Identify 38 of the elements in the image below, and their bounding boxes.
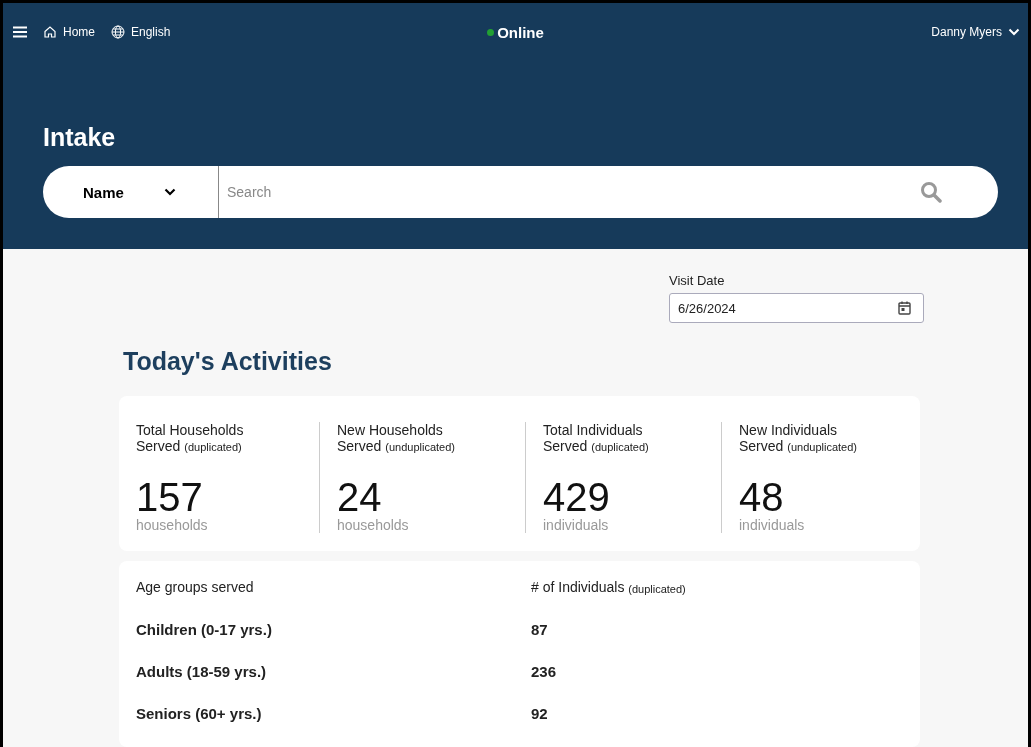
stat-value: 429 [543, 477, 610, 517]
connection-status: Online [497, 23, 544, 41]
chevron-down-icon [163, 188, 176, 196]
stat-label: Total Individuals Served (duplicated) [543, 422, 650, 455]
stat-unit: individuals [543, 517, 609, 533]
age-group-cell-text: Seniors (60+ yrs.) [136, 705, 263, 724]
stat-value: 157 [136, 477, 203, 517]
user-name[interactable]: Danny Myers [931, 25, 1002, 39]
column-header: # of Individuals (duplicated) [531, 579, 687, 597]
count-cell-text: 87 [531, 621, 549, 640]
home-link[interactable]: Home [63, 25, 95, 39]
search-icon[interactable] [920, 181, 942, 203]
column-header: Age groups served [136, 579, 255, 597]
stat-label: New Individuals Served (unduplicated) [739, 422, 858, 455]
stat-label: Total Households Served (duplicated) [136, 422, 245, 455]
age-group-cell-text: Children (0-17 yrs.) [136, 621, 273, 640]
language-link[interactable]: English [131, 25, 171, 39]
section-title: Today's Activities [123, 347, 332, 376]
age-group-cell-text: Adults (18-59 yrs.) [136, 663, 268, 682]
search-filter-dropdown[interactable]: Name [43, 166, 219, 218]
stat-label: New Households Served (unduplicated) [337, 422, 456, 455]
count-cell-text: 236 [531, 663, 558, 682]
stat-unit: households [337, 517, 409, 533]
stat-value: 24 [337, 477, 382, 517]
home-icon [43, 25, 57, 39]
count-cell-text: 92 [531, 705, 549, 724]
visit-date-label: Visit Date [669, 273, 726, 288]
visit-date-field[interactable]: 6/26/2024 [669, 293, 924, 323]
chevron-down-icon[interactable] [1008, 28, 1020, 36]
globe-icon [111, 25, 125, 39]
menu-icon[interactable] [13, 26, 27, 38]
stat-unit: households [136, 517, 208, 533]
page-title: Intake [42, 122, 117, 152]
calendar-icon[interactable] [898, 301, 911, 315]
search-field[interactable]: Search [219, 166, 920, 218]
search-bar[interactable]: Name Search [43, 166, 998, 218]
stat-unit: individuals [739, 517, 805, 533]
stat-value: 48 [739, 477, 784, 517]
